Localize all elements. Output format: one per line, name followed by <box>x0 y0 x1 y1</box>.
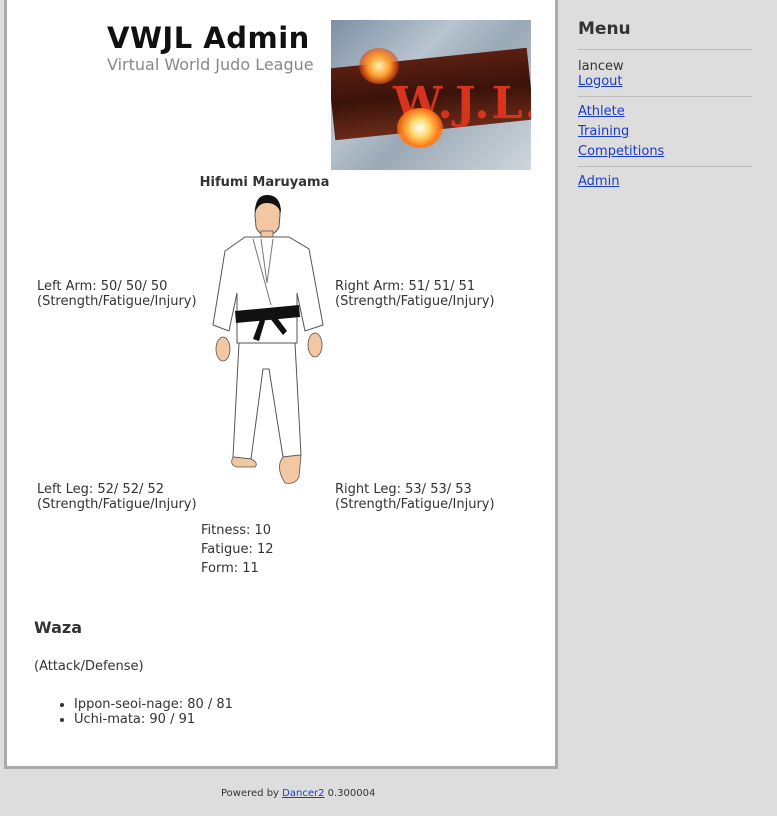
waza-note: (Attack/Defense) <box>34 659 144 674</box>
sidebar-link-competitions[interactable]: Competitions <box>578 144 664 159</box>
main-content: VWJL Admin Virtual World Judo League W.J… <box>4 0 558 769</box>
menu-title: Menu <box>578 19 631 39</box>
divider <box>578 166 752 167</box>
sidebar-link-athlete[interactable]: Athlete <box>578 104 625 119</box>
dancer2-link[interactable]: Dancer2 <box>282 788 324 799</box>
right-arm-stats: Right Arm: 51/ 51/ 51 (Strength/Fatigue/… <box>335 279 495 309</box>
left-arm-value: Left Arm: 50/ 50/ 50 <box>37 279 168 294</box>
site-logo: W.J.L. <box>331 20 531 170</box>
username: lancew <box>578 59 624 74</box>
right-leg-value: Right Leg: 53/ 53/ 53 <box>335 482 472 497</box>
logout-link[interactable]: Logout <box>578 74 623 89</box>
left-leg-stats: Left Leg: 52/ 52/ 52 (Strength/Fatigue/I… <box>37 482 197 512</box>
fitness-stat: Fitness: 10 <box>201 523 272 538</box>
waza-item: Uchi-mata: 90 / 91 <box>74 712 233 727</box>
left-arm-legend: (Strength/Fatigue/Injury) <box>37 294 197 309</box>
waza-heading: Waza <box>34 618 82 637</box>
form-stat: Form: 11 <box>201 561 259 576</box>
left-leg-legend: (Strength/Fatigue/Injury) <box>37 497 197 512</box>
sidebar-link-admin[interactable]: Admin <box>578 174 619 189</box>
waza-list: Ippon-seoi-nage: 80 / 81 Uchi-mata: 90 /… <box>34 697 233 727</box>
athlete-name: Hifumi Maruyama <box>199 175 330 190</box>
site-title: VWJL Admin <box>107 21 310 55</box>
judoka-figure <box>212 195 324 484</box>
athlete-stats: Fitness: 10 Fatigue: 12 Form: 11 <box>201 521 274 578</box>
left-arm-stats: Left Arm: 50/ 50/ 50 (Strength/Fatigue/I… <box>37 279 197 309</box>
right-leg-stats: Right Leg: 53/ 53/ 53 (Strength/Fatigue/… <box>335 482 495 512</box>
waza-item: Ippon-seoi-nage: 80 / 81 <box>74 697 233 712</box>
right-leg-legend: (Strength/Fatigue/Injury) <box>335 497 495 512</box>
sidebar-link-training[interactable]: Training <box>578 124 629 139</box>
footer-version: 0.300004 <box>327 788 376 799</box>
left-leg-value: Left Leg: 52/ 52/ 52 <box>37 482 165 497</box>
divider <box>578 96 752 97</box>
site-subtitle: Virtual World Judo League <box>107 55 314 74</box>
fatigue-stat: Fatigue: 12 <box>201 542 274 557</box>
footer-prefix: Powered by <box>221 788 279 799</box>
right-arm-value: Right Arm: 51/ 51/ 51 <box>335 279 476 294</box>
footer: Powered by Dancer2 0.300004 <box>221 788 375 799</box>
divider <box>578 49 752 50</box>
right-arm-legend: (Strength/Fatigue/Injury) <box>335 294 495 309</box>
